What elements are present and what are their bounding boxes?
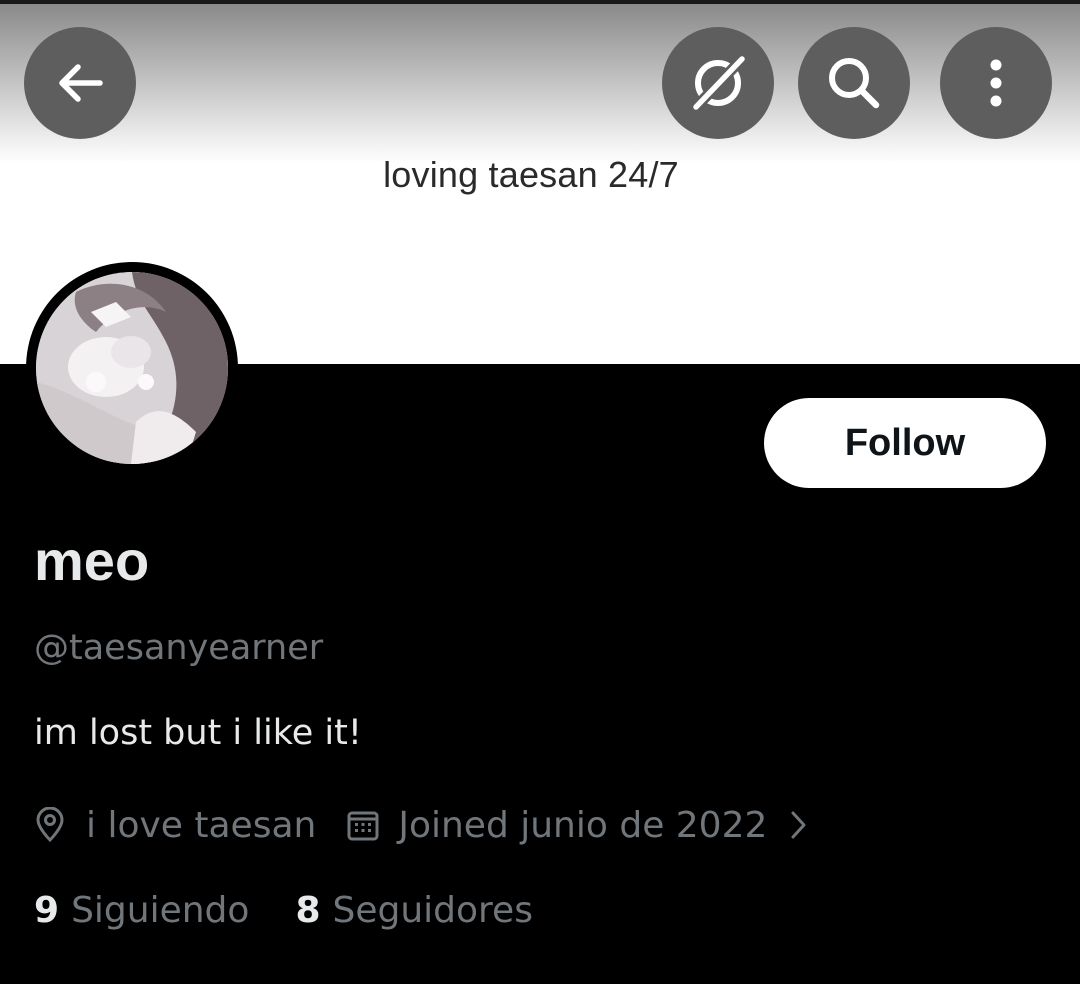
- more-vertical-icon: [986, 53, 1006, 113]
- following-link[interactable]: 9 Siguiendo: [34, 890, 249, 931]
- more-options-button[interactable]: [940, 27, 1052, 139]
- banner-text: loving taesan 24/7: [383, 154, 679, 195]
- profile-page: loving taesan 24/7 Follow meo @taesanyea…: [0, 0, 1080, 984]
- search-icon: [824, 53, 884, 113]
- banner-header-gradient: [0, 4, 1080, 164]
- display-name: meo: [34, 529, 150, 592]
- follow-button[interactable]: Follow: [764, 398, 1046, 488]
- followers-label: Seguidores: [332, 890, 533, 931]
- location-pin-icon: [34, 807, 66, 843]
- following-label: Siguiendo: [71, 890, 250, 931]
- arrow-left-icon: [52, 55, 108, 111]
- joined-date: Joined junio de 2022: [398, 804, 768, 846]
- back-button[interactable]: [24, 27, 136, 139]
- following-count: 9: [34, 890, 60, 931]
- user-bio: im lost but i like it!: [34, 713, 362, 753]
- location-text: i love taesan: [86, 804, 317, 846]
- avatar-photo: [36, 272, 228, 464]
- profile-meta: i love taesan Joined junio de 2022: [34, 800, 809, 850]
- followers-count: 8: [295, 890, 321, 931]
- grok-icon: [688, 53, 748, 113]
- avatar[interactable]: [26, 262, 238, 474]
- grok-button[interactable]: [662, 27, 774, 139]
- followers-link[interactable]: 8 Seguidores: [295, 890, 533, 931]
- follow-stats: 9 Siguiendo 8 Seguidores: [34, 890, 533, 931]
- user-handle: @taesanyearner: [34, 628, 324, 668]
- chevron-right-icon[interactable]: [789, 808, 809, 842]
- calendar-icon: [346, 808, 380, 842]
- search-button[interactable]: [798, 27, 910, 139]
